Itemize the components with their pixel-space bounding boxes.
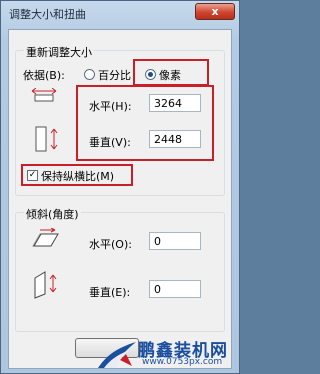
watermark-url: www.0753px.com (142, 357, 223, 367)
pixels-highlight (133, 59, 209, 86)
skew-horizontal-label: 水平(O): (89, 238, 132, 251)
by-label: 依据(B): (23, 69, 65, 82)
horizontal-input[interactable]: 3264 (149, 94, 201, 112)
watermark: 鹏鑫装机网 www.0753px.com (96, 336, 238, 372)
horizontal-resize-icon (31, 88, 57, 102)
horizontal-label: 水平(H): (89, 100, 132, 113)
keep-ratio-checkbox[interactable]: ✓ (27, 170, 38, 181)
vertical-resize-icon (35, 126, 58, 152)
resize-legend: 重新调整大小 (24, 44, 94, 60)
vertical-input[interactable]: 2448 (149, 130, 201, 148)
skew-horizontal-icon (32, 228, 59, 247)
skew-vertical-input[interactable]: 0 (149, 280, 201, 298)
skew-horizontal-input[interactable]: 0 (149, 232, 201, 250)
percent-label[interactable]: 百分比 (98, 67, 131, 83)
keep-ratio-label[interactable]: 保持纵横比(M) (41, 168, 114, 184)
skew-legend: 倾斜(角度) (24, 206, 81, 222)
dialog-body: 重新调整大小 依据(B): 百分比 像素 水平(H): 3264 垂直(V): … (8, 29, 232, 369)
brand-logo-icon (98, 342, 136, 368)
window-title: 调整大小和扭曲 (9, 8, 86, 21)
dialog-window: 调整大小和扭曲 x 重新调整大小 依据(B): 百分比 像素 水平(H): 32… (0, 0, 240, 374)
close-button[interactable]: x (195, 3, 235, 20)
title-bar[interactable]: 调整大小和扭曲 x (1, 1, 239, 25)
skew-vertical-icon (34, 271, 57, 299)
vertical-label: 垂直(V): (89, 136, 131, 149)
percent-radio[interactable] (84, 69, 95, 80)
skew-vertical-label: 垂直(E): (89, 286, 131, 299)
